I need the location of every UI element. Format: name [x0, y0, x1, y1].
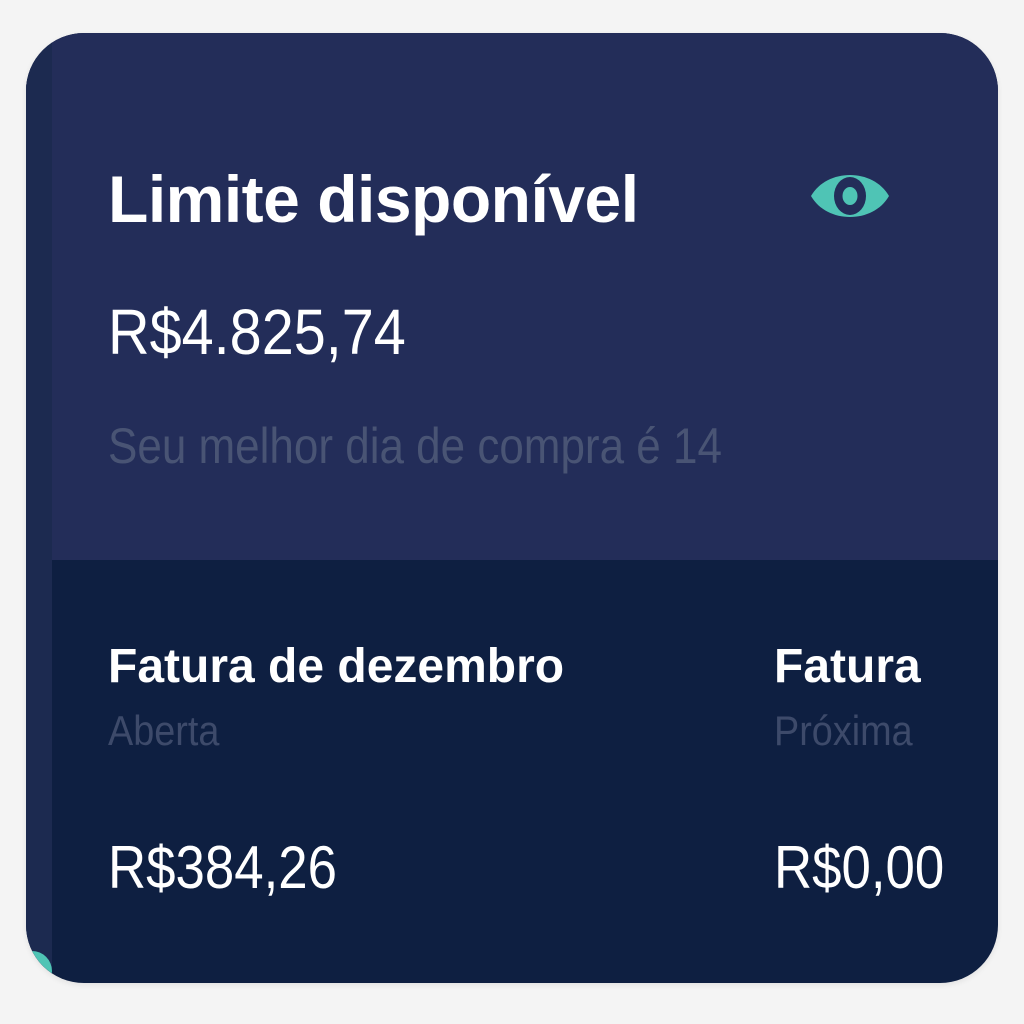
best-purchase-day-hint: Seu melhor dia de compra é 14: [108, 418, 722, 474]
bill-amount: R$384,26: [108, 834, 337, 901]
previous-card-edge: [26, 33, 52, 983]
limit-section: Limite disponível R$4.825,74 Seu melhor …: [26, 33, 998, 560]
bill-title: Fatura de dezembro: [108, 640, 565, 693]
eye-icon[interactable]: [809, 164, 891, 228]
limit-title: Limite disponível: [108, 162, 639, 236]
available-limit-value: R$4.825,74: [108, 296, 406, 368]
credit-card-summary[interactable]: Limite disponível R$4.825,74 Seu melhor …: [26, 33, 998, 983]
bill-title: Fatura: [774, 640, 921, 693]
bill-amount: R$0,00: [774, 834, 945, 901]
bill-next[interactable]: Fatura Próxima: [774, 640, 928, 754]
bill-december[interactable]: Fatura de dezembro Aberta: [108, 640, 564, 754]
bill-status: Aberta: [108, 707, 220, 754]
bill-status: Próxima: [774, 707, 913, 754]
